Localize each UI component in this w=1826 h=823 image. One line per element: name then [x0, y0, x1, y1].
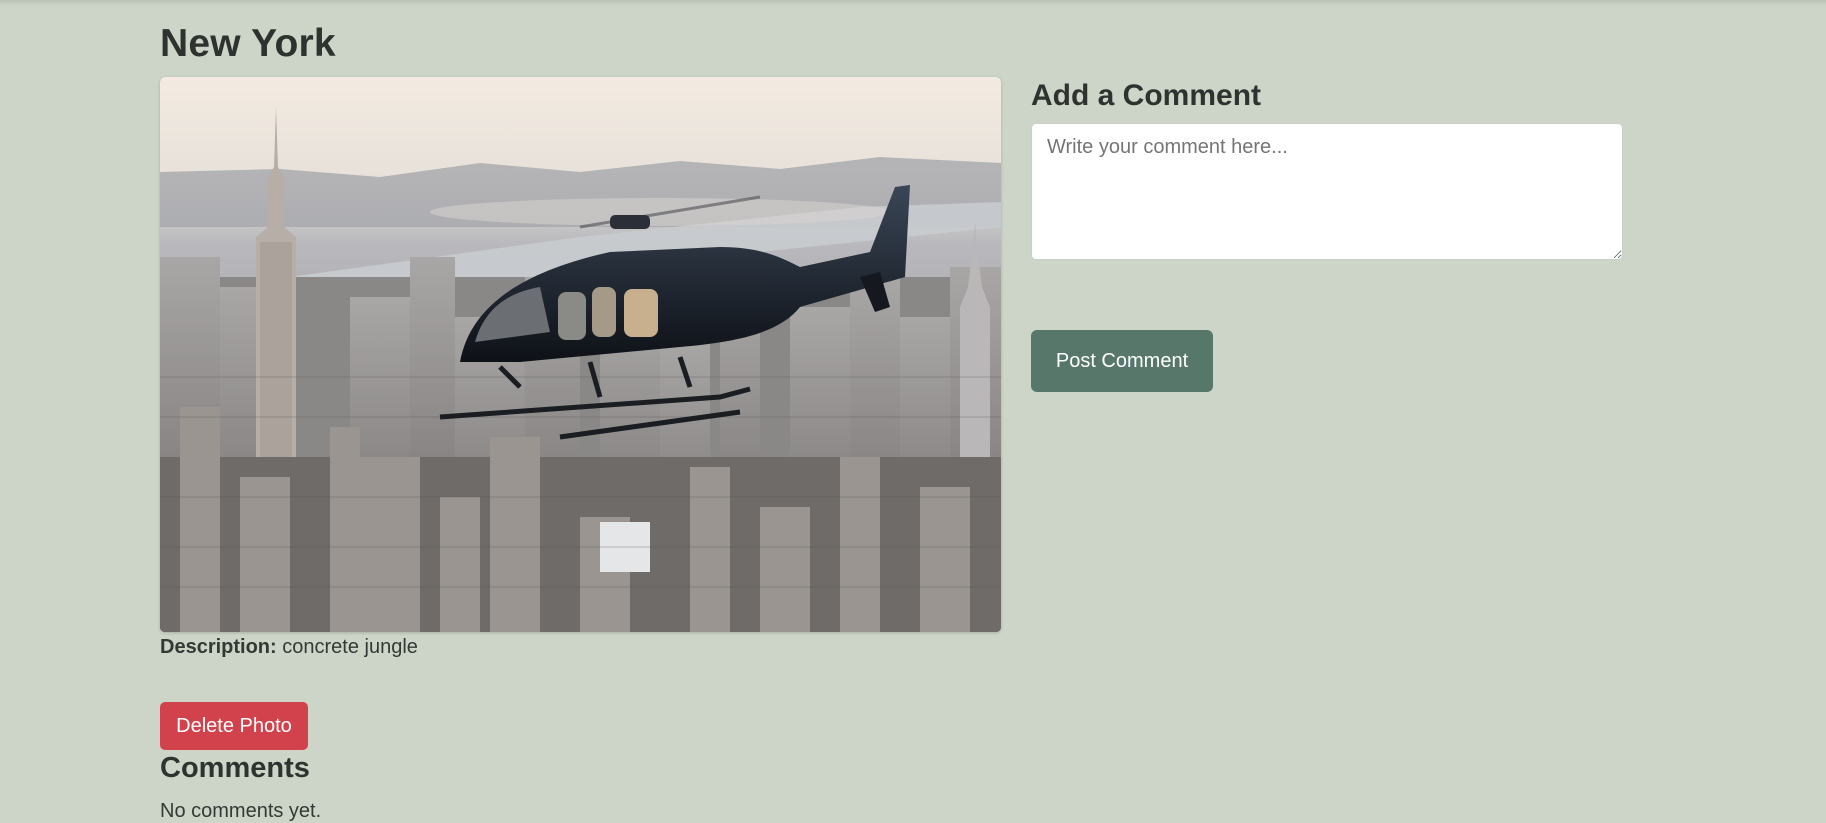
top-edge-shadow	[0, 0, 1826, 6]
description-label: Description:	[160, 636, 277, 658]
photo-description: Description: concrete jungle	[160, 636, 418, 659]
photo-image	[160, 77, 1001, 632]
delete-photo-button[interactable]: Delete Photo	[160, 702, 308, 750]
page-title: New York	[160, 22, 336, 65]
comments-heading: Comments	[160, 752, 310, 784]
no-comments-text: No comments yet.	[160, 800, 322, 822]
description-value: concrete jungle	[282, 636, 418, 658]
post-comment-button[interactable]: Post Comment	[1031, 330, 1213, 392]
add-comment-heading: Add a Comment	[1031, 79, 1262, 112]
comment-textarea[interactable]	[1031, 123, 1623, 260]
